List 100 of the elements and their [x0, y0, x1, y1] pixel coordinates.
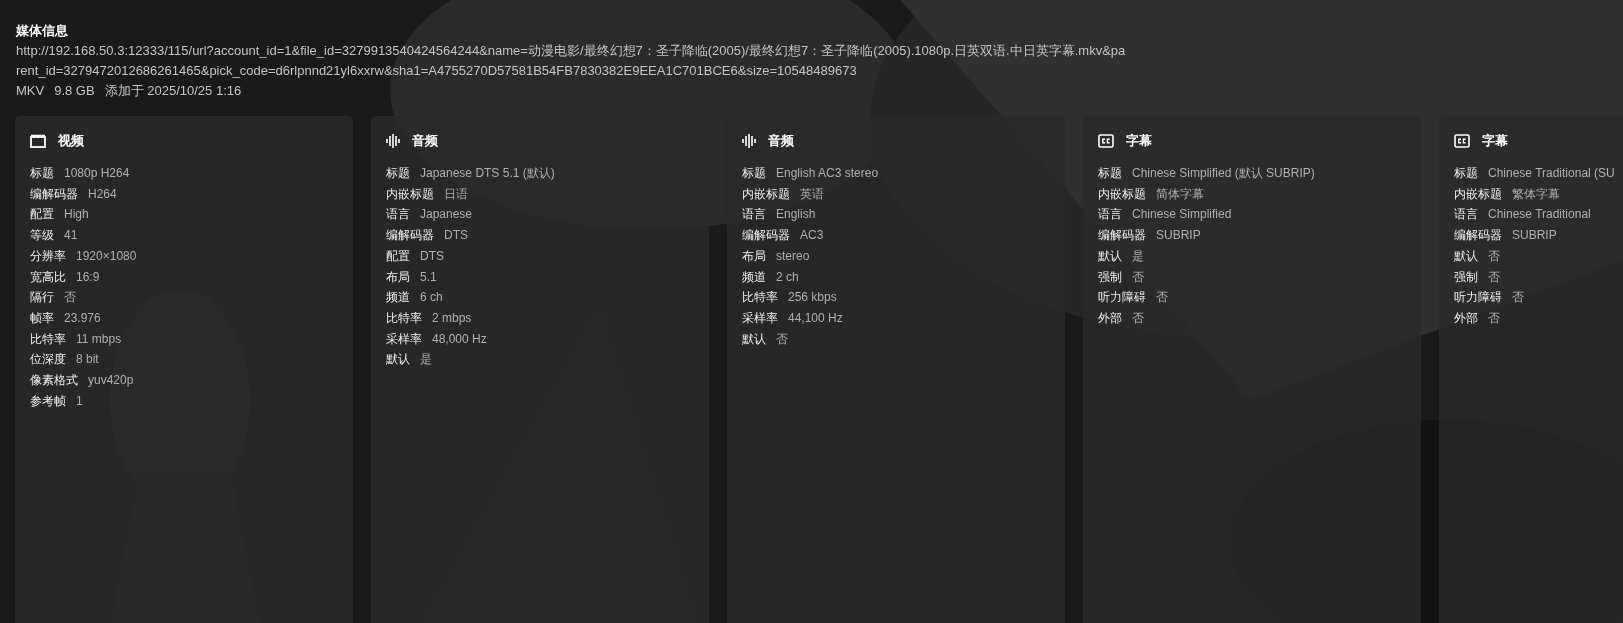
field-label: 像素格式	[30, 372, 78, 390]
field-value: 41	[64, 227, 78, 245]
file-size: 9.8 GB	[54, 82, 95, 100]
field-value: yuv420p	[88, 372, 134, 390]
field-value: 8 bit	[76, 351, 99, 369]
waveform-icon	[742, 133, 756, 149]
field-value: 否	[1488, 247, 1500, 265]
field-label: 强制	[1454, 268, 1478, 286]
field-value: 48,000 Hz	[432, 330, 487, 348]
field-value: 2 ch	[776, 268, 799, 286]
field-value: 11 mbps	[76, 330, 122, 348]
field-label: 默认	[1454, 247, 1478, 265]
field-label: 外部	[1098, 309, 1122, 327]
field-label: 参考帧	[30, 392, 66, 410]
field-label: 外部	[1454, 309, 1478, 327]
field-label: 语言	[1098, 206, 1122, 224]
field-label: 采样率	[386, 330, 422, 348]
field-value: H264	[88, 185, 117, 203]
field-value: 否	[1488, 268, 1500, 286]
field-label: 编解码器	[1098, 227, 1146, 245]
field-label: 默认	[742, 330, 766, 348]
waveform-icon	[386, 133, 400, 149]
field-value: 日语	[444, 185, 468, 203]
field-label: 默认	[1098, 247, 1122, 265]
field-value: 2 mbps	[432, 309, 472, 327]
field-label: 隔行	[30, 289, 54, 307]
field-value: English AC3 stereo	[776, 165, 879, 182]
field-value: Japanese DTS 5.1 (默认)	[420, 165, 555, 182]
field-value: 是	[420, 351, 432, 369]
field-label: 标题	[742, 165, 766, 182]
field-label: 频道	[742, 268, 766, 286]
subtitles-icon	[1454, 134, 1470, 148]
field-value: DTS	[444, 227, 468, 245]
film-icon	[30, 134, 46, 148]
added-date: 添加于 2025/10/25 1:16	[104, 82, 242, 100]
field-value: Chinese Simplified	[1132, 206, 1232, 224]
field-label: 采样率	[742, 309, 778, 327]
field-value: 5.1	[420, 268, 437, 286]
field-label: 配置	[30, 206, 54, 224]
field-label: 语言	[386, 206, 410, 224]
field-value: 256 kbps	[788, 289, 837, 307]
field-value: English	[776, 206, 816, 224]
field-value: 英语	[800, 185, 824, 203]
field-label: 等级	[30, 227, 54, 245]
field-value: 否	[776, 330, 788, 348]
field-value: DTS	[420, 247, 444, 265]
field-label: 听力障碍	[1098, 289, 1146, 307]
field-label: 默认	[386, 351, 410, 369]
field-label: 比特率	[386, 309, 422, 327]
field-value: 繁体字幕	[1512, 185, 1560, 203]
field-value: 简体字幕	[1156, 185, 1204, 203]
field-label: 比特率	[30, 330, 66, 348]
card-title: 字幕	[1126, 132, 1152, 151]
field-value: Japanese	[420, 206, 473, 224]
card-title: 音频	[768, 132, 794, 151]
field-label: 内嵌标题	[1098, 185, 1146, 203]
field-value: 16:9	[76, 268, 100, 286]
field-label: 听力障碍	[1454, 289, 1502, 307]
field-value: 23.976	[64, 309, 101, 327]
field-label: 分辨率	[30, 247, 66, 265]
field-label: 标题	[386, 165, 410, 182]
field-value: 否	[1488, 309, 1500, 327]
field-label: 内嵌标题	[742, 185, 790, 203]
field-value: SUBRIP	[1156, 227, 1201, 245]
field-value: 否	[1156, 289, 1168, 307]
field-label: 配置	[386, 247, 410, 265]
field-value: 1920×1080	[76, 247, 137, 265]
field-value: AC3	[800, 227, 824, 245]
field-label: 宽高比	[30, 268, 66, 286]
field-value: stereo	[776, 247, 810, 265]
field-label: 标题	[1454, 165, 1478, 182]
field-value: 否	[1512, 289, 1524, 307]
field-label: 频道	[386, 289, 410, 307]
field-label: 标题	[30, 165, 54, 182]
field-label: 编解码器	[30, 185, 78, 203]
field-label: 布局	[742, 247, 766, 265]
card-title: 视频	[58, 132, 84, 151]
field-label: 比特率	[742, 289, 778, 307]
subtitles-icon	[1098, 134, 1114, 148]
field-value: 1	[76, 392, 83, 410]
container-format: MKV	[16, 82, 45, 100]
field-value: 是	[1132, 247, 1144, 265]
field-value: 否	[1132, 268, 1144, 286]
field-value: 6 ch	[420, 289, 443, 307]
field-value: SUBRIP	[1512, 227, 1557, 245]
field-label: 内嵌标题	[386, 185, 434, 203]
field-label: 位深度	[30, 351, 66, 369]
field-value: Chinese Traditional (SU	[1488, 165, 1615, 182]
field-label: 内嵌标题	[1454, 185, 1502, 203]
field-label: 布局	[386, 268, 410, 286]
section-title: 媒体信息	[16, 22, 69, 40]
field-label: 编解码器	[742, 227, 790, 245]
field-value: 44,100 Hz	[788, 309, 843, 327]
media-url: http://192.168.50.3:12333/115/url?account_id=1&file_id=3279913540424564244&name=动漫电影/最终幻想7：圣子降临(2005)/最终幻想7：圣子降临(2005).1080p.日英双语.中日英字幕.mkv&parent_id=3279472012686261465&pick_code=d6rlpnnd21yl6xxrw&sha1=A4755270D57581B54FB7830382E9EEA1C701BCE6&size=10548489673	[16, 42, 1126, 80]
field-label: 语言	[1454, 206, 1478, 224]
field-label: 标题	[1098, 165, 1122, 182]
field-label: 强制	[1098, 268, 1122, 286]
field-label: 语言	[742, 206, 766, 224]
card-title: 音频	[412, 132, 438, 151]
field-value: 否	[64, 289, 76, 307]
